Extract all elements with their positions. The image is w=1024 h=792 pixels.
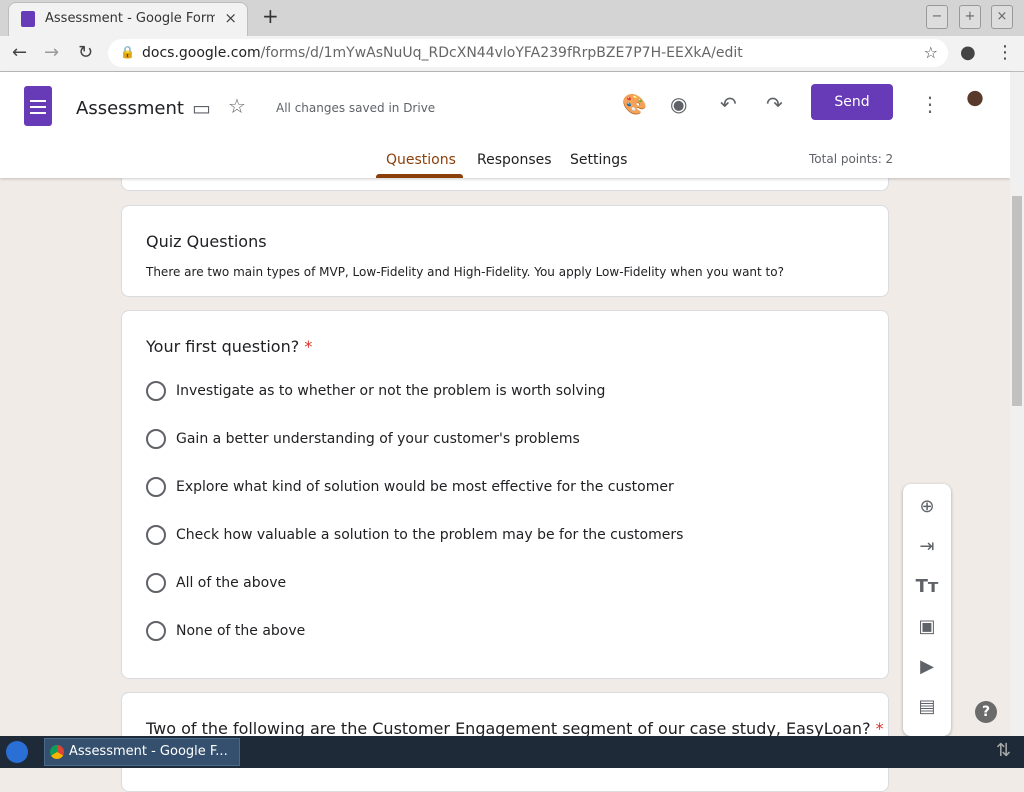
url-domain: docs.google.com [142,45,261,61]
tab-responses[interactable]: Responses [477,152,552,168]
add-video-icon[interactable]: ▶ [903,656,951,677]
radio-button[interactable] [146,525,166,545]
required-marker: * [304,337,313,356]
start-menu-icon[interactable] [6,741,28,763]
save-status: All changes saved in Drive [276,101,436,115]
radio-button[interactable] [146,621,166,641]
tab-settings[interactable]: Settings [570,152,627,168]
close-window-button[interactable]: × [991,5,1013,29]
radio-button[interactable] [146,573,166,593]
reload-icon[interactable]: ↻ [78,42,93,63]
undo-icon[interactable]: ↶ [720,92,737,116]
palette-icon[interactable]: 🎨 [622,92,647,116]
section-card[interactable]: Quiz Questions There are two main types … [121,205,889,297]
active-tab-indicator [376,174,463,178]
url-input[interactable]: 🔒 docs.google.com/forms/d/1mYwAsNuUq_RDc… [108,39,948,67]
redo-icon[interactable]: ↷ [766,92,783,116]
address-bar: ← → ↻ 🔒 docs.google.com/forms/d/1mYwAsNu… [0,36,1024,72]
star-icon[interactable]: ☆ [228,94,246,118]
minimize-button[interactable]: − [926,5,948,29]
radio-button[interactable] [146,381,166,401]
tab-title: Assessment - Google Forms [45,11,215,26]
import-questions-icon[interactable]: ⇥ [903,536,951,557]
section-description: There are two main types of MVP, Low-Fid… [146,265,784,279]
url-path: /forms/d/1mYwAsNuUq_RDcXN44vloYFA239fRrp… [260,45,743,61]
form-title[interactable]: Assessment [76,98,184,119]
lock-icon: 🔒 [120,45,135,59]
browser-menu-icon[interactable]: ⋮ [996,42,1014,63]
new-tab-button[interactable]: + [262,4,279,28]
taskbar-chrome-window[interactable]: Assessment - Google F... [44,738,240,766]
forms-favicon-icon [21,11,35,27]
back-icon[interactable]: ← [12,42,27,63]
folder-icon[interactable]: ▭ [192,96,211,120]
bookmark-star-icon[interactable]: ☆ [924,43,938,62]
send-button[interactable]: Send [811,84,893,120]
question-card[interactable]: Your first question? * Investigate as to… [121,310,889,679]
tab-bar: Assessment - Google Forms × + − + × [0,0,1024,36]
add-section-icon[interactable]: ▤ [903,696,951,717]
tab-questions[interactable]: Questions [386,152,456,168]
browser-tab[interactable]: Assessment - Google Forms × [8,2,248,36]
add-question-icon[interactable]: ⊕ [903,496,951,517]
add-image-icon[interactable]: ▣ [903,616,951,637]
maximize-button[interactable]: + [959,5,981,29]
avatar[interactable] [960,88,990,118]
section-title: Quiz Questions [146,232,267,251]
total-points: Total points: 2 [809,152,894,166]
question-title: Your first question? * [146,337,313,356]
network-icon[interactable]: ⇅ [996,740,1011,761]
chrome-icon [50,745,64,759]
forms-header: Assessment ▭ ☆ All changes saved in Driv… [0,72,1010,178]
forward-icon[interactable]: → [44,42,59,63]
close-tab-icon[interactable]: × [224,9,237,27]
radio-button[interactable] [146,429,166,449]
radio-button[interactable] [146,477,166,497]
add-title-icon[interactable]: Tт [903,576,951,597]
forms-logo-icon[interactable] [24,86,52,126]
scrollbar-thumb[interactable] [1012,196,1022,406]
preview-eye-icon[interactable]: ◉ [670,92,687,116]
more-options-icon[interactable]: ⋮ [920,92,940,116]
taskbar-title: Assessment - Google F... [69,744,228,759]
floating-toolbar: ⊕ ⇥ Tт ▣ ▶ ▤ [903,484,951,736]
help-icon[interactable]: ? [975,701,997,723]
profile-icon[interactable]: ● [960,42,976,63]
